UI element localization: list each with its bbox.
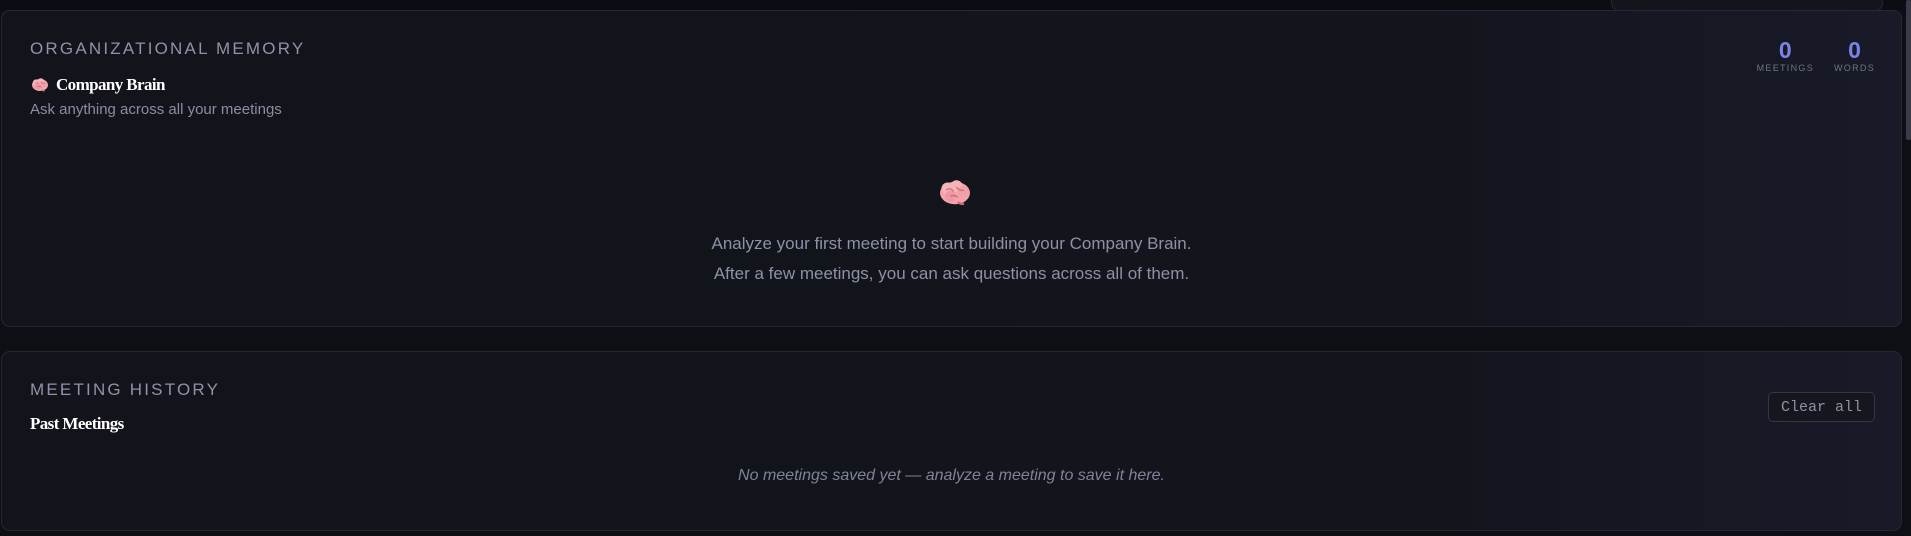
section-eyebrow: ORGANIZATIONAL MEMORY bbox=[30, 39, 306, 58]
card-title-text: Past Meetings bbox=[30, 414, 124, 433]
history-empty-message: No meetings saved yet — analyze a meetin… bbox=[738, 467, 1165, 484]
stats-group: 0 MEETINGS 0 WORDS bbox=[1757, 37, 1875, 73]
stat-words-value: 0 bbox=[1848, 37, 1861, 63]
meeting-history-card: MEETING HISTORY Past Meetings Clear all … bbox=[1, 351, 1902, 531]
page: ORGANIZATIONAL MEMORY Company Brain Ask … bbox=[0, 0, 1911, 536]
card-title-text: Company Brain bbox=[56, 75, 165, 94]
stat-meetings: 0 MEETINGS bbox=[1757, 37, 1814, 73]
empty-state-line-2: After a few meetings, you can ask questi… bbox=[713, 264, 1190, 283]
clear-all-button[interactable]: Clear all bbox=[1767, 392, 1875, 422]
stat-meetings-label: MEETINGS bbox=[1756, 63, 1814, 73]
card-title: Past Meetings bbox=[30, 414, 124, 434]
stat-words: 0 WORDS bbox=[1834, 37, 1875, 73]
card-subtitle: Ask anything across all your meetings bbox=[30, 101, 282, 118]
brain-icon bbox=[940, 180, 970, 206]
section-eyebrow: MEETING HISTORY bbox=[30, 380, 221, 399]
brain-icon bbox=[32, 78, 48, 92]
scrollbar[interactable] bbox=[1906, 0, 1911, 140]
stat-words-label: WORDS bbox=[1834, 63, 1875, 73]
card-title: Company Brain bbox=[30, 75, 165, 95]
company-brain-card: ORGANIZATIONAL MEMORY Company Brain Ask … bbox=[1, 10, 1902, 327]
stat-meetings-value: 0 bbox=[1778, 37, 1792, 63]
empty-state-line-1: Analyze your first meeting to start buil… bbox=[711, 234, 1192, 253]
